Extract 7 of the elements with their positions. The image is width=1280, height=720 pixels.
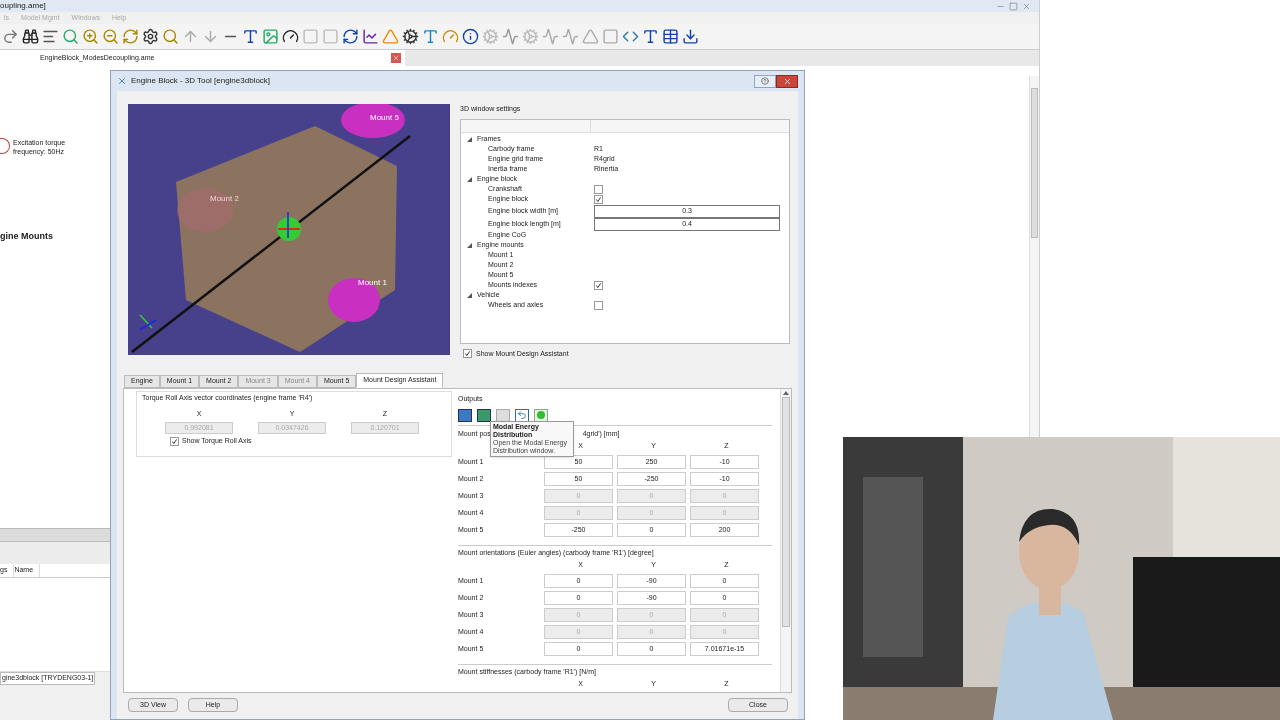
- mount-label: Mount 1: [358, 277, 387, 289]
- 3d-view[interactable]: Mount 5 Mount 2 Mount 1: [128, 104, 450, 355]
- mount-label: Mount 2: [210, 193, 239, 205]
- canvas-heading: gine Mounts: [0, 230, 54, 243]
- window-title: oupling.ame]: [0, 0, 46, 12]
- dialog-title: Engine Block - 3D Tool [engine3dblock]: [131, 75, 271, 87]
- mount-label: Mount 5: [370, 112, 399, 124]
